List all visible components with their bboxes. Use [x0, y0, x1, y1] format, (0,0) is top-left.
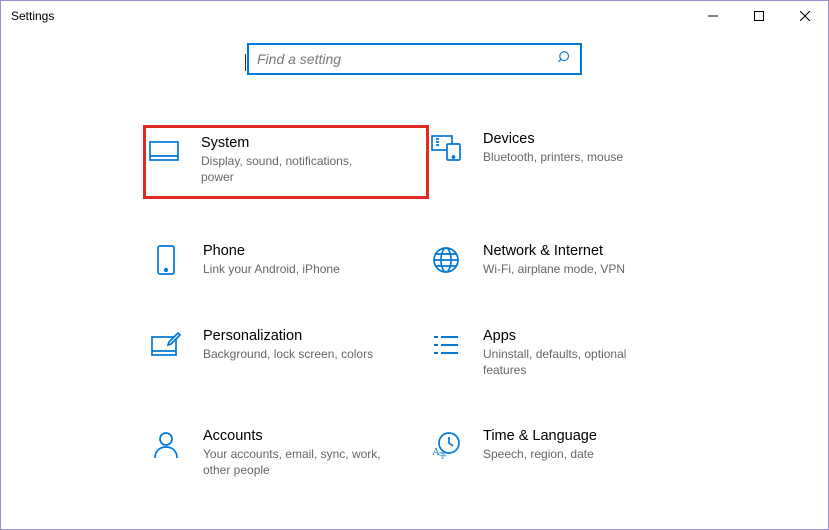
tile-system[interactable]: System Display, sound, notifications, po… [143, 125, 429, 199]
search-container [1, 43, 828, 75]
tile-desc: Uninstall, defaults, optional features [483, 346, 663, 378]
tile-title: Network & Internet [483, 243, 625, 259]
tile-desc: Bluetooth, printers, mouse [483, 149, 623, 165]
apps-icon [429, 328, 463, 362]
tile-desc: Speech, region, date [483, 446, 597, 462]
time-language-icon: A 字 [429, 428, 463, 462]
minimize-button[interactable] [690, 1, 736, 31]
tile-phone[interactable]: Phone Link your Android, iPhone [149, 237, 429, 283]
svg-text:字: 字 [439, 450, 447, 459]
search-box[interactable] [247, 43, 582, 75]
search-icon [558, 50, 572, 69]
tile-accounts[interactable]: Accounts Your accounts, email, sync, wor… [149, 422, 429, 484]
window-controls [690, 1, 828, 31]
tile-title: Apps [483, 328, 663, 344]
tile-network[interactable]: Network & Internet Wi-Fi, airplane mode,… [429, 237, 709, 283]
tile-desc: Background, lock screen, colors [203, 346, 373, 362]
system-icon [147, 135, 181, 169]
tile-devices[interactable]: Devices Bluetooth, printers, mouse [429, 125, 709, 199]
tile-desc: Wi-Fi, airplane mode, VPN [483, 261, 625, 277]
tile-title: Accounts [203, 428, 383, 444]
accounts-icon [149, 428, 183, 462]
tile-title: Phone [203, 243, 340, 259]
close-button[interactable] [782, 1, 828, 31]
text-caret [245, 54, 246, 71]
personalization-icon [149, 328, 183, 362]
tile-desc: Link your Android, iPhone [203, 261, 340, 277]
search-input[interactable] [257, 51, 558, 67]
settings-grid: System Display, sound, notifications, po… [1, 125, 828, 484]
globe-icon [429, 243, 463, 277]
window-title: Settings [11, 9, 54, 23]
maximize-button[interactable] [736, 1, 782, 31]
tile-apps[interactable]: Apps Uninstall, defaults, optional featu… [429, 322, 709, 384]
tile-title: Time & Language [483, 428, 597, 444]
tile-desc: Display, sound, notifications, power [201, 153, 381, 185]
tile-personalization[interactable]: Personalization Background, lock screen,… [149, 322, 429, 384]
tile-title: System [201, 135, 381, 151]
titlebar: Settings [1, 1, 828, 31]
devices-icon [429, 131, 463, 165]
tile-title: Personalization [203, 328, 373, 344]
tile-time-language[interactable]: A 字 Time & Language Speech, region, date [429, 422, 709, 484]
tile-title: Devices [483, 131, 623, 147]
tile-desc: Your accounts, email, sync, work, other … [203, 446, 383, 478]
phone-icon [149, 243, 183, 277]
